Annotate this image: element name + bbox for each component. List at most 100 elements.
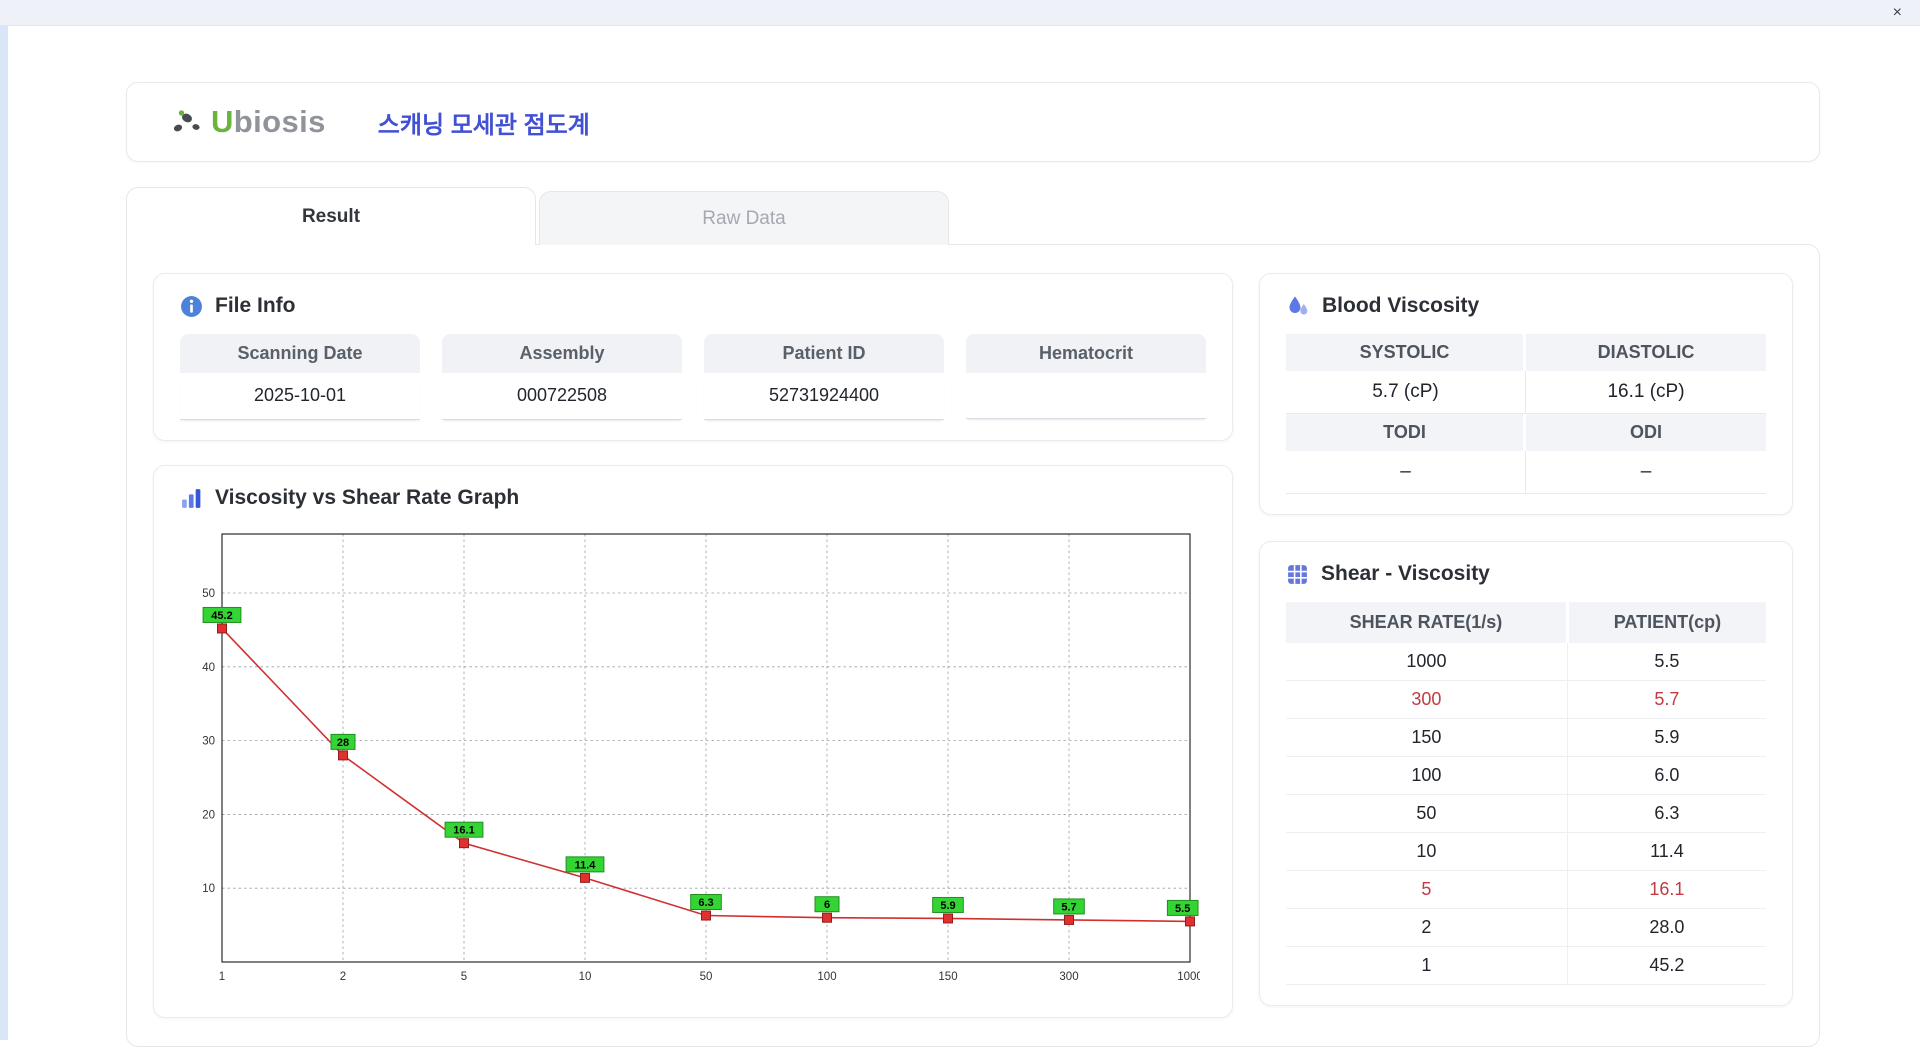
odi-label: ODI [1526, 414, 1766, 451]
table-row: 5 16.1 [1286, 870, 1766, 909]
right-column: Blood Viscosity SYSTOLIC DIASTOLIC 5.7 (… [1259, 273, 1793, 1006]
section-title: Viscosity vs Shear Rate Graph [215, 486, 520, 509]
field-value [966, 373, 1206, 419]
section-title: Blood Viscosity [1322, 294, 1480, 317]
field-label: Hematocrit [966, 334, 1206, 373]
field-label: Assembly [442, 334, 682, 373]
svg-text:5.5: 5.5 [1175, 903, 1190, 915]
svg-text:100: 100 [817, 971, 836, 983]
todi-label: TODI [1286, 414, 1526, 451]
table-header-row: SHEAR RATE(1/s) PATIENT(cp) [1286, 602, 1766, 643]
field-assembly: Assembly 000722508 [442, 334, 682, 420]
shear-viscosity-card: Shear - Viscosity SHEAR RATE(1/s) PATIEN… [1259, 541, 1793, 1006]
shear-cell: 10 [1286, 832, 1568, 871]
file-info-fields: Scanning Date 2025-10-01 Assembly 000722… [180, 334, 1206, 420]
section-title: File Info [215, 294, 296, 317]
shear-cell: 1 [1286, 946, 1568, 985]
svg-text:28: 28 [337, 737, 349, 749]
grid-table-icon [1288, 564, 1307, 584]
patient-cell: 16.1 [1567, 870, 1766, 909]
app-header: Ubiosis 스캐닝 모세관 점도계 [126, 82, 1820, 162]
patient-cell: 5.7 [1567, 680, 1766, 719]
table-row: 50 6.3 [1286, 794, 1766, 833]
field-label: Scanning Date [180, 334, 420, 373]
field-patient-id: Patient ID 52731924400 [704, 334, 944, 420]
tab-result[interactable]: Result [126, 187, 536, 245]
table-row: 10 11.4 [1286, 832, 1766, 871]
svg-text:50: 50 [202, 588, 215, 600]
svg-text:10: 10 [202, 883, 215, 895]
chart-area: 45.2 28 16.1 11.4 6.3 6 5.9 5.7 5.5 1 2 5 10 50 100 150… [180, 522, 1206, 997]
col-shear-rate: SHEAR RATE(1/s) [1286, 602, 1569, 643]
info-icon [181, 295, 202, 317]
svg-text:40: 40 [202, 662, 215, 674]
shear-cell: 50 [1286, 794, 1568, 833]
table-row: 1000 5.5 [1286, 643, 1766, 681]
svg-text:2: 2 [340, 971, 346, 983]
field-label: Patient ID [704, 334, 944, 373]
field-value: 000722508 [442, 373, 682, 420]
systolic-label: SYSTOLIC [1286, 334, 1526, 371]
svg-text:30: 30 [202, 736, 215, 748]
shear-cell: 300 [1286, 680, 1568, 719]
table-row: 150 5.9 [1286, 718, 1766, 757]
droplets-icon [1289, 296, 1308, 315]
patient-cell: 5.9 [1567, 718, 1766, 757]
svg-text:1000: 1000 [1177, 971, 1200, 983]
svg-text:50: 50 [700, 971, 713, 983]
field-scanning-date: Scanning Date 2025-10-01 [180, 334, 420, 420]
blood-viscosity-grid: SYSTOLIC DIASTOLIC 5.7 (cP) 16.1 (cP) TO… [1286, 334, 1766, 494]
diastolic-label: DIASTOLIC [1526, 334, 1766, 371]
diastolic-value: 16.1 (cP) [1526, 371, 1766, 414]
app-content: Ubiosis 스캐닝 모세관 점도계 Result Raw Data File… [126, 82, 1820, 1047]
viscosity-shear-chart: 45.2 28 16.1 11.4 6.3 6 5.9 5.7 5.5 1 2 5 10 50 100 150… [202, 533, 1203, 983]
svg-text:16.1: 16.1 [453, 825, 474, 837]
patient-cell: 11.4 [1567, 832, 1766, 871]
patient-cell: 5.5 [1567, 643, 1766, 681]
left-column: File Info Scanning Date 2025-10-01 Assem… [153, 273, 1233, 1018]
svg-text:1: 1 [219, 971, 225, 983]
shear-cell: 1000 [1286, 643, 1568, 681]
svg-text:5.9: 5.9 [940, 900, 955, 912]
blood-viscosity-title-row: Blood Viscosity [1286, 294, 1766, 318]
graph-card: Viscosity vs Shear Rate Graph 45.2 28 16.1… [153, 465, 1233, 1018]
table-row: 100 6.0 [1286, 756, 1766, 795]
window-title-bar: × [0, 0, 1920, 26]
svg-text:10: 10 [579, 971, 592, 983]
field-hematocrit: Hematocrit [966, 334, 1206, 420]
table-row: 1 45.2 [1286, 946, 1766, 985]
file-info-title-row: File Info [180, 294, 1206, 318]
window-left-edge [0, 26, 8, 1040]
shear-cell: 2 [1286, 908, 1568, 947]
blood-viscosity-card: Blood Viscosity SYSTOLIC DIASTOLIC 5.7 (… [1259, 273, 1793, 515]
tab-bar: Result Raw Data [126, 187, 1820, 245]
systolic-value: 5.7 (cP) [1286, 371, 1526, 414]
svg-text:11.4: 11.4 [575, 859, 597, 871]
table-row: 2 28.0 [1286, 908, 1766, 947]
svg-text:6.3: 6.3 [698, 897, 713, 909]
brand-logo: Ubiosis [169, 104, 326, 140]
shear-cell: 100 [1286, 756, 1568, 795]
tab-raw-data[interactable]: Raw Data [539, 191, 949, 245]
shear-cell: 5 [1286, 870, 1568, 909]
patient-cell: 28.0 [1567, 908, 1766, 947]
graph-title-row: Viscosity vs Shear Rate Graph [180, 486, 1206, 510]
svg-text:5.7: 5.7 [1061, 901, 1076, 913]
brand-name: Ubiosis [211, 104, 326, 139]
svg-text:150: 150 [938, 971, 957, 983]
file-info-card: File Info Scanning Date 2025-10-01 Assem… [153, 273, 1233, 441]
table-row: 300 5.7 [1286, 680, 1766, 719]
svg-text:5: 5 [461, 971, 467, 983]
close-icon[interactable]: × [1889, 4, 1906, 21]
svg-text:300: 300 [1059, 971, 1078, 983]
todi-value: – [1286, 451, 1526, 494]
shear-viscosity-table: SHEAR RATE(1/s) PATIENT(cp) 1000 5.5 300… [1286, 602, 1766, 985]
svg-text:45.2: 45.2 [211, 610, 232, 622]
leaf-cluster-icon [173, 110, 200, 132]
svg-text:20: 20 [202, 809, 215, 821]
page-title: 스캐닝 모세관 점도계 [377, 111, 590, 139]
col-patient: PATIENT(cp) [1567, 602, 1766, 643]
field-value: 52731924400 [704, 373, 944, 420]
patient-cell: 6.3 [1567, 794, 1766, 833]
svg-text:6: 6 [824, 899, 830, 911]
